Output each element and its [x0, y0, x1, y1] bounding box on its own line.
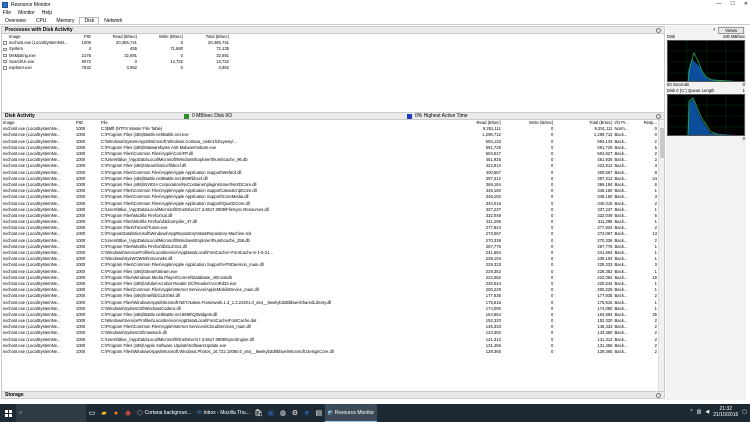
taskbar: ○ ▭ ▰ ● ◉ ◯ Cortana backgroun... ✉ Inbox…: [0, 404, 750, 422]
minimize-button[interactable]: —: [716, 1, 721, 7]
active-time-swatch: [407, 113, 412, 119]
show-hidden-icons-icon[interactable]: ^: [690, 409, 692, 415]
disk-io-priority: Back...: [614, 349, 628, 355]
store-icon[interactable]: 🛍: [253, 404, 265, 422]
clock[interactable]: 21:32 21/10/2016: [713, 406, 738, 418]
tab-memory[interactable]: Memory: [51, 17, 79, 24]
queue-graph-min: 0: [742, 136, 745, 141]
disk-read: 129,365: [485, 349, 501, 355]
storage-section-header[interactable]: Storage: [1, 391, 665, 399]
thunderbird-icon: ✉: [197, 410, 202, 416]
volume-icon[interactable]: ◀: [705, 409, 709, 415]
process-read: 3,952: [126, 65, 137, 71]
maximize-button[interactable]: ☐: [730, 1, 734, 7]
disk-pid: 1000: [75, 349, 86, 355]
title-bar: Resource Monitor — ☐ ✕: [0, 0, 750, 9]
disk-total: 129,365: [597, 349, 613, 355]
taskbar-app-thunderbird[interactable]: ✉ Inbox - Mozilla Thu...: [194, 404, 253, 422]
tab-cpu[interactable]: CPU: [31, 17, 52, 24]
processes-table-container: Image PID Read (B/sec) Write (B/sec) Tot…: [1, 34, 665, 112]
disk-response: 2: [654, 349, 657, 355]
checkbox-icon[interactable]: [3, 59, 7, 64]
process-image: explorer.exe: [9, 65, 32, 71]
gear-icon[interactable]: ⚙: [289, 404, 301, 422]
checkbox-icon[interactable]: [3, 41, 7, 45]
collapse-icon[interactable]: [656, 114, 661, 119]
cortana-search-box[interactable]: ○: [16, 404, 86, 422]
active-time-text: 0% Highest Active Time: [415, 113, 468, 119]
tab-network[interactable]: Network: [99, 17, 127, 24]
system-tray: ^ ▥ ◀ 21:32 21/10/2016 ▢: [690, 406, 747, 418]
tab-overview[interactable]: Overview: [0, 17, 31, 24]
network-icon[interactable]: ▥: [697, 409, 702, 415]
checkbox-icon[interactable]: [3, 66, 7, 70]
main-panel: Processes with Disk Activity Image PID R…: [1, 26, 665, 400]
chrome-icon[interactable]: ◉: [122, 404, 134, 422]
storage-section-title: Storage: [5, 392, 24, 398]
expand-icon[interactable]: ›: [713, 27, 715, 33]
views-button[interactable]: Views: [718, 26, 744, 34]
resource-monitor-icon: ◩: [327, 409, 333, 416]
word-icon[interactable]: ▣: [265, 404, 277, 422]
disk-io-swatch: [184, 113, 189, 119]
disk-io-summary: 0 MB/sec Disk I/O: [184, 113, 232, 119]
processes-section-header[interactable]: Processes with Disk Activity: [1, 26, 665, 34]
cortana-icon: ◯: [137, 410, 143, 416]
tab-strip: Overview CPU Memory Disk Network: [0, 17, 750, 25]
menu-file[interactable]: File: [3, 10, 11, 16]
process-pid: 7632: [81, 65, 91, 71]
notifications-icon[interactable]: ▢: [742, 409, 747, 415]
checkbox-icon[interactable]: [3, 53, 7, 58]
disk-activity-section-title: Disk Activity: [5, 113, 35, 119]
menu-help[interactable]: Help: [42, 10, 52, 16]
taskbar-app-resource-monitor[interactable]: ◩ Resource Monitor: [324, 404, 378, 422]
start-button[interactable]: [0, 404, 16, 422]
processes-table: Image PID Read (B/sec) Write (B/sec) Tot…: [2, 34, 230, 71]
disk-write: 0: [550, 349, 554, 355]
disk-io-text: 0 MB/sec Disk I/O: [192, 113, 233, 119]
active-time-summary: 0% Highest Active Time: [407, 113, 468, 119]
resource-monitor-app-icon: [2, 1, 8, 8]
disk-graph: [667, 40, 745, 82]
collapse-icon[interactable]: [656, 28, 661, 33]
process-write: 0: [180, 65, 183, 71]
disk-activity-scrollbar[interactable]: [658, 120, 664, 391]
close-button[interactable]: ✕: [744, 1, 748, 7]
taskbar-app-label: Cortana backgroun...: [144, 410, 192, 416]
checkbox-icon[interactable]: [3, 47, 7, 52]
disk-file: C:\Program Files\WindowsApps\Microsoft.W…: [100, 349, 334, 355]
menu-monitor[interactable]: Monitor: [18, 10, 35, 16]
process-total: 3,952: [218, 65, 229, 71]
processes-section-title: Processes with Disk Activity: [5, 27, 73, 33]
resource-monitor-window: Resource Monitor — ☐ ✕ File Monitor Help…: [0, 0, 750, 422]
taskbar-app-label: Resource Monitor: [334, 409, 375, 416]
taskbar-app-cortana[interactable]: ◯ Cortana backgroun...: [134, 404, 194, 422]
file-explorer-icon[interactable]: ▰: [98, 404, 110, 422]
steam-icon[interactable]: ◍: [277, 404, 289, 422]
process-row[interactable]: explorer.exe 7632 3,952 0 3,952: [2, 65, 230, 71]
menu-bar: File Monitor Help: [0, 9, 750, 17]
taskbar-app-label: Inbox - Mozilla Thu...: [203, 410, 250, 416]
process-image: svchost.exe (LocalSystemNet...: [9, 40, 68, 46]
windows-logo-icon: [4, 409, 12, 417]
window-title: Resource Monitor: [11, 1, 51, 8]
search-icon: ○: [19, 410, 23, 416]
task-view-icon[interactable]: ▭: [86, 404, 98, 422]
edge-icon[interactable]: e: [301, 404, 313, 422]
queue-length-graph: [667, 94, 745, 136]
disk-activity-section-header[interactable]: Disk Activity 0 MB/sec Disk I/O 0% Highe…: [1, 112, 665, 120]
scrollbar-thumb[interactable]: [660, 128, 664, 158]
disk-activity-row[interactable]: svchost.exe (LocalSystemNe... 1000 C:\Prog…: [2, 349, 658, 355]
tab-disk[interactable]: Disk: [79, 17, 100, 24]
graphs-pane: › Views Disk 100 MB/sec 60 Seconds 0 Dis…: [666, 26, 746, 400]
firefox-icon[interactable]: ●: [110, 404, 122, 422]
disk-activity-table-container: Image PID File Read (B/sec) Write (B/sec…: [1, 120, 665, 391]
clock-date: 21/10/2016: [713, 412, 739, 418]
disk-image: svchost.exe (LocalSystemNe...: [3, 349, 61, 355]
collapse-icon[interactable]: [656, 393, 661, 398]
disk-activity-table: Image PID File Read (B/sec) Write (B/sec…: [2, 120, 658, 355]
photos-icon[interactable]: ▤: [313, 404, 325, 422]
